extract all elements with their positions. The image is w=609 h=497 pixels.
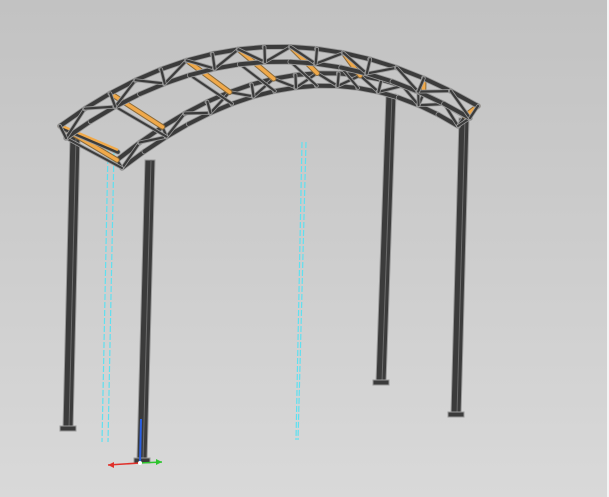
front-arch-web-diagonal (365, 66, 398, 75)
front-arch-top-chord (368, 57, 399, 70)
back-arch-web-diagonal (272, 77, 298, 89)
column (450, 117, 470, 415)
front-arch-web-vertical (314, 47, 319, 65)
front-arch-top-chord (236, 45, 267, 52)
front-arch-top-chord (315, 46, 346, 55)
front-arch-web-vertical (263, 45, 267, 64)
y-axis-arrow (156, 459, 162, 465)
column-base-plate (59, 425, 77, 432)
triad-origin (138, 461, 142, 465)
front-arch-web-diagonal (417, 89, 452, 93)
x-axis-arrow (108, 462, 114, 468)
back-arch-web-vertical (294, 73, 298, 89)
column-base-plate (447, 411, 465, 418)
front-arch-top-chord (421, 76, 453, 94)
columns (59, 93, 470, 464)
front-arch-web-diagonal (314, 51, 345, 65)
purlins (57, 44, 481, 170)
column (136, 159, 156, 461)
sketch-line (107, 149, 115, 443)
z-axis (139, 418, 142, 464)
sketch-lines (101, 141, 307, 456)
front-arch-bottom-chord (237, 60, 267, 67)
sketch-line (101, 149, 109, 443)
3d-viewport[interactable] (0, 0, 609, 497)
front-arch-bottom-chord (137, 81, 167, 97)
column-base-plate (372, 379, 390, 386)
back-arch-web-vertical (336, 72, 340, 88)
front-arch-top-chord (133, 67, 164, 83)
column (62, 135, 81, 429)
model-canvas[interactable] (0, 0, 609, 497)
column (375, 93, 397, 383)
